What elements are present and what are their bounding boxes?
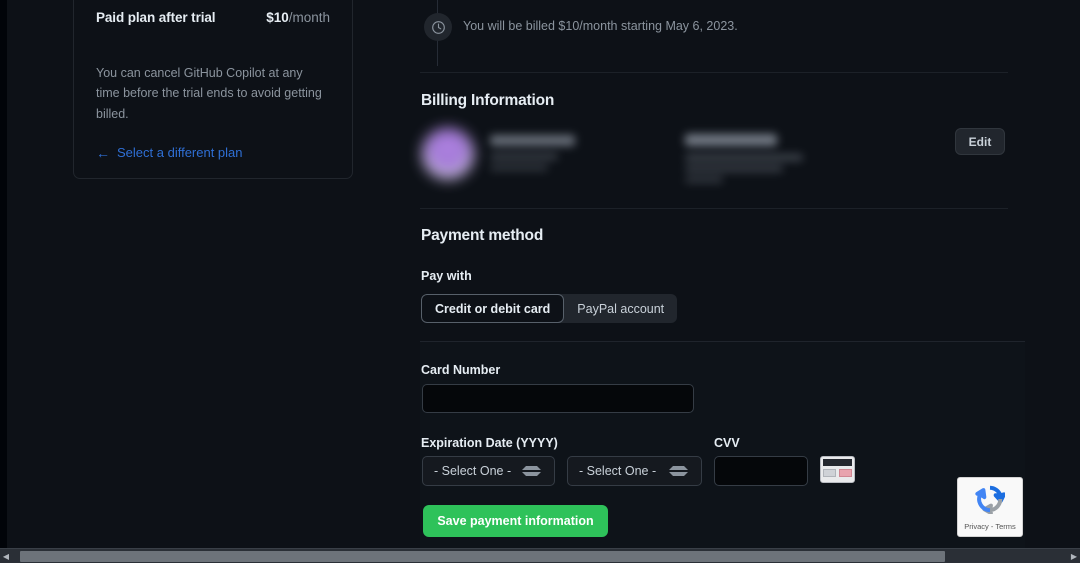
plan-price: $10/month [266,10,330,25]
recaptcha-footer[interactable]: Privacy - Terms [964,522,1016,531]
scroll-left-arrow-icon[interactable]: ◀ [0,552,12,561]
billing-information-title: Billing Information [421,92,555,109]
plan-summary-card: Paid plan after trial $10/month You can … [73,0,353,179]
arrow-left-icon: ← [96,144,110,161]
recaptcha-badge[interactable]: Privacy - Terms [957,477,1023,537]
cvv-input[interactable] [714,456,808,486]
horizontal-scrollbar[interactable]: ◀ ▶ [0,548,1080,563]
avatar [422,128,474,180]
scrollbar-thumb[interactable] [20,550,945,562]
card-number-label: Card Number [421,363,501,377]
scroll-right-arrow-icon[interactable]: ▶ [1068,552,1080,561]
redacted-heading [685,134,777,146]
redacted-line [490,153,558,160]
left-gutter [0,0,7,548]
redacted-line [685,154,803,161]
clock-icon [424,13,452,41]
billing-notice-text: You will be billed $10/month starting Ma… [463,19,738,33]
billing-information-body: Edit [420,118,1008,200]
plan-header: Paid plan after trial $10/month [74,10,352,25]
plan-title: Paid plan after trial [96,10,216,25]
expiration-year-select[interactable]: - Select One - [567,456,702,486]
redacted-line [685,176,723,183]
payment-method-title: Payment method [421,227,544,244]
plan-price-period: /month [288,10,330,25]
tab-credit-or-debit-card[interactable]: Credit or debit card [421,294,565,323]
divider-top [420,72,1008,73]
redacted-line [490,164,548,171]
expiration-month-select[interactable]: - Select One - [422,456,555,486]
chevron-updown-icon [511,466,541,476]
select-different-plan-label: Select a different plan [117,145,243,160]
cvv-label: CVV [714,436,740,450]
redacted-line [685,165,783,172]
select-different-plan-link[interactable]: ← Select a different plan [96,145,243,160]
save-payment-information-button[interactable]: Save payment information [423,505,608,537]
plan-price-amount: $10 [266,10,289,25]
redacted-name [490,135,575,146]
card-form-panel: Card Number Expiration Date (YYYY) - Sel… [420,341,1025,548]
pay-with-label: Pay with [421,269,472,283]
credit-card-back-icon [820,456,855,483]
plan-description: You can cancel GitHub Copilot at any tim… [96,66,322,121]
scrollbar-track[interactable] [12,549,1068,563]
expiration-year-value: - Select One - [579,464,657,478]
expiration-date-label: Expiration Date (YYYY) [421,436,558,450]
card-number-input[interactable] [422,384,694,413]
edit-billing-button[interactable]: Edit [955,128,1005,155]
recaptcha-icon [975,484,1007,519]
pay-with-segmented-control: Credit or debit card PayPal account [421,294,678,323]
page-root: Paid plan after trial $10/month You can … [0,0,1080,563]
expiration-month-value: - Select One - [434,464,512,478]
divider-billing [420,208,1008,209]
tab-paypal-account[interactable]: PayPal account [564,294,677,323]
chevron-updown-icon [658,466,688,476]
